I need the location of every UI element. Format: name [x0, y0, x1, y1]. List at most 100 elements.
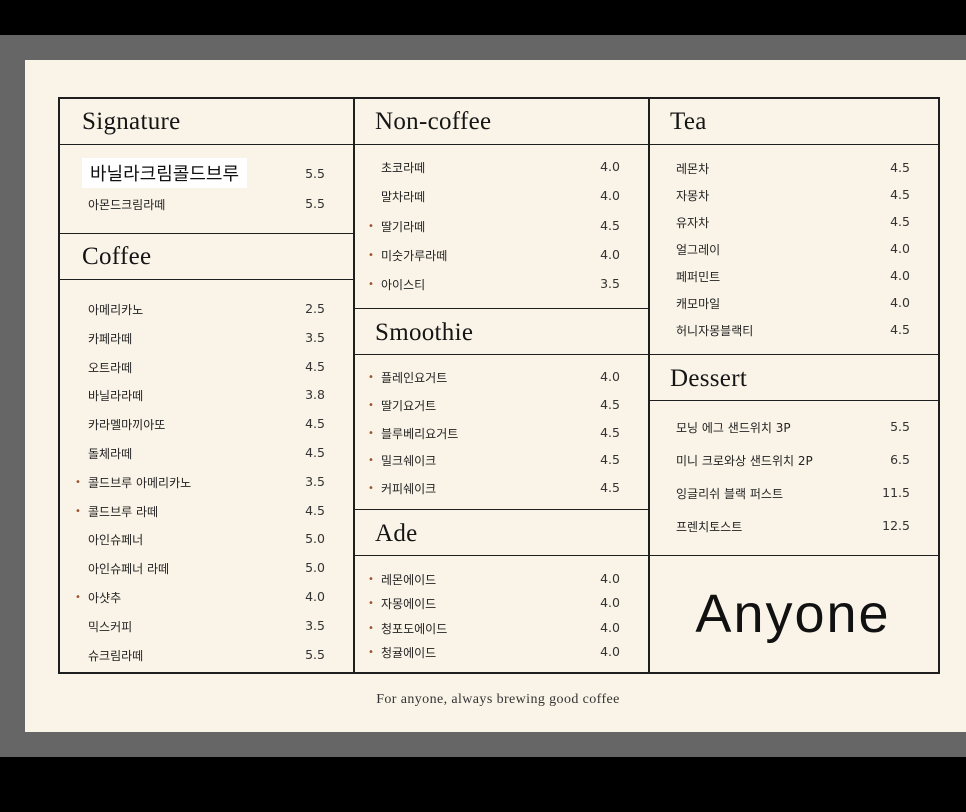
item-price: 5.5 [305, 196, 325, 211]
section-title-signature: Signature [82, 108, 181, 135]
menu-item: 얼그레이 4.0 [648, 239, 938, 259]
item-price: 4.0 [890, 295, 910, 310]
item-price: 4.5 [305, 502, 325, 518]
menu-item: 미니 크로와상 샌드위치 2P 6.5 [648, 450, 938, 470]
item-price: 4.5 [600, 480, 620, 496]
item-price: 5.0 [305, 531, 325, 547]
menu-item: 자몽차 4.5 [648, 185, 938, 205]
item-price: 4.5 [305, 416, 325, 432]
item-name: 믹스커피 [88, 619, 133, 634]
item-name: 아인슈페너 [88, 533, 144, 548]
menu-item: 페퍼민트 4.0 [648, 266, 938, 286]
section-title-ade: Ade [353, 509, 648, 556]
menu-item: 초코라떼 4.0 [353, 157, 648, 177]
item-price: 4.0 [600, 246, 620, 262]
item-price: 4.0 [600, 369, 620, 384]
bullet-dot-icon: • [75, 505, 81, 517]
section-title-noncoffee: Non-coffee [353, 99, 648, 145]
divider [60, 144, 353, 145]
item-price: 4.0 [890, 241, 910, 256]
item-name: 캐모마일 [676, 297, 721, 311]
menu-item: • 콜드브루 아메리카노 3.5 [60, 472, 353, 492]
item-name: 콜드브루 라떼 [88, 504, 159, 519]
column-middle: Non-coffee Smoothie Ade 초코라떼 4.0 말차라떼 4.0 • 딸… [353, 99, 650, 672]
item-name: 딸기요거트 [381, 398, 437, 413]
item-name: 오트라떼 [88, 360, 133, 375]
item-price: 4.5 [600, 396, 620, 412]
item-price: 4.5 [890, 214, 910, 229]
menu-item: • 딸기라떼 4.5 [353, 216, 648, 236]
brand-logo: Anyone [648, 555, 938, 672]
bullet-dot-icon: • [368, 483, 374, 495]
menu-item: • 커피쉐이크 4.5 [353, 478, 648, 498]
menu-item: 바닐라라떼 3.8 [60, 385, 353, 405]
bullet-dot-icon: • [368, 399, 374, 411]
item-name: 모닝 에그 샌드위치 3P [676, 421, 791, 435]
item-price: 5.5 [305, 166, 325, 181]
menu-item: 말차라떼 4.0 [353, 186, 648, 206]
menu-item: 프렌치토스트 12.5 [648, 516, 938, 536]
item-name: 슈크림라떼 [88, 648, 144, 663]
item-name: 카라멜마끼아또 [88, 418, 166, 433]
menu-item: 잉글리쉬 블랙 퍼스트 11.5 [648, 483, 938, 503]
item-name: 아샷추 [88, 591, 122, 605]
bullet-dot-icon: • [368, 455, 374, 467]
menu-item: • 아이스티 3.5 [353, 274, 648, 294]
item-name: 블루베리요거트 [381, 426, 459, 441]
bullet-dot-icon: • [368, 249, 374, 261]
item-price: 4.0 [305, 589, 325, 604]
item-price: 4.0 [600, 159, 620, 174]
menu-item: • 블루베리요거트 4.5 [353, 423, 648, 443]
menu-item: 캐모마일 4.0 [648, 293, 938, 313]
item-price: 3.8 [305, 387, 325, 403]
item-price: 3.5 [600, 276, 620, 292]
item-price: 4.5 [600, 424, 620, 440]
menu-item: 허니자몽블랙티 4.5 [648, 320, 938, 340]
item-name: 유자차 [676, 216, 710, 230]
menu-item: 슈크림라떼 5.5 [60, 645, 353, 665]
item-name: 콜드브루 아메리카노 [88, 475, 192, 490]
menu-item: 아메리카노 2.5 [60, 299, 353, 319]
section-title-dessert: Dessert [648, 354, 938, 401]
section-title-coffee: Coffee [60, 234, 353, 280]
item-price: 4.0 [600, 188, 620, 204]
column-right: Tea Dessert 레몬차 4.5 자몽차 4.5 유자차 4.5 얼그레이 4.0 페퍼민… [648, 99, 938, 672]
divider [60, 233, 353, 234]
item-price: 5.5 [890, 419, 910, 434]
bullet-dot-icon: • [368, 427, 374, 439]
item-name: 돌체라떼 [88, 447, 133, 461]
menu-item: • 아샷추 4.0 [60, 587, 353, 607]
tagline: For anyone, always brewing good coffee [376, 692, 620, 707]
item-name: 허니자몽블랙티 [676, 324, 754, 338]
bullet-dot-icon: • [368, 279, 374, 291]
item-price: 3.5 [305, 617, 325, 633]
item-price: 4.0 [600, 643, 620, 659]
item-name: 미숫가루라떼 [381, 248, 448, 263]
section-title-tea: Tea [648, 99, 938, 145]
menu-item: 아인슈페너 라떼 5.0 [60, 558, 353, 578]
item-price: 4.0 [890, 268, 910, 283]
item-price: 12.5 [882, 518, 910, 533]
item-name: 잉글리쉬 블랙 퍼스트 [676, 487, 783, 501]
item-name: 페퍼민트 [676, 270, 721, 284]
item-price: 11.5 [882, 485, 910, 500]
menu-item: 아몬드크림라떼 5.5 [60, 194, 353, 214]
menu-item: • 청포도에이드 4.0 [353, 618, 648, 638]
bullet-dot-icon: • [368, 646, 374, 658]
menu-item: • 밀크쉐이크 4.5 [353, 450, 648, 470]
item-name: 얼그레이 [676, 243, 721, 257]
item-name: 레몬에이드 [381, 573, 437, 587]
item-name: 커피쉐이크 [381, 482, 437, 497]
bullet-dot-icon: • [368, 598, 374, 610]
item-name: 청귤에이드 [381, 645, 437, 660]
menu-item: 카라멜마끼아또 4.5 [60, 414, 353, 434]
column-left: Signature Coffee 바닐라크림콜드브루 5.5 아몬드크림라떼 5.5 … [60, 99, 355, 672]
item-price: 4.5 [600, 217, 620, 233]
item-price: 4.0 [600, 595, 620, 611]
item-name: 말차라떼 [381, 190, 426, 205]
menu-item: • 자몽에이드 4.0 [353, 593, 648, 613]
item-name: 바닐라라떼 [88, 389, 144, 404]
bullet-dot-icon: • [368, 622, 374, 634]
item-name: 딸기라떼 [381, 219, 426, 234]
item-price: 3.5 [305, 329, 325, 345]
